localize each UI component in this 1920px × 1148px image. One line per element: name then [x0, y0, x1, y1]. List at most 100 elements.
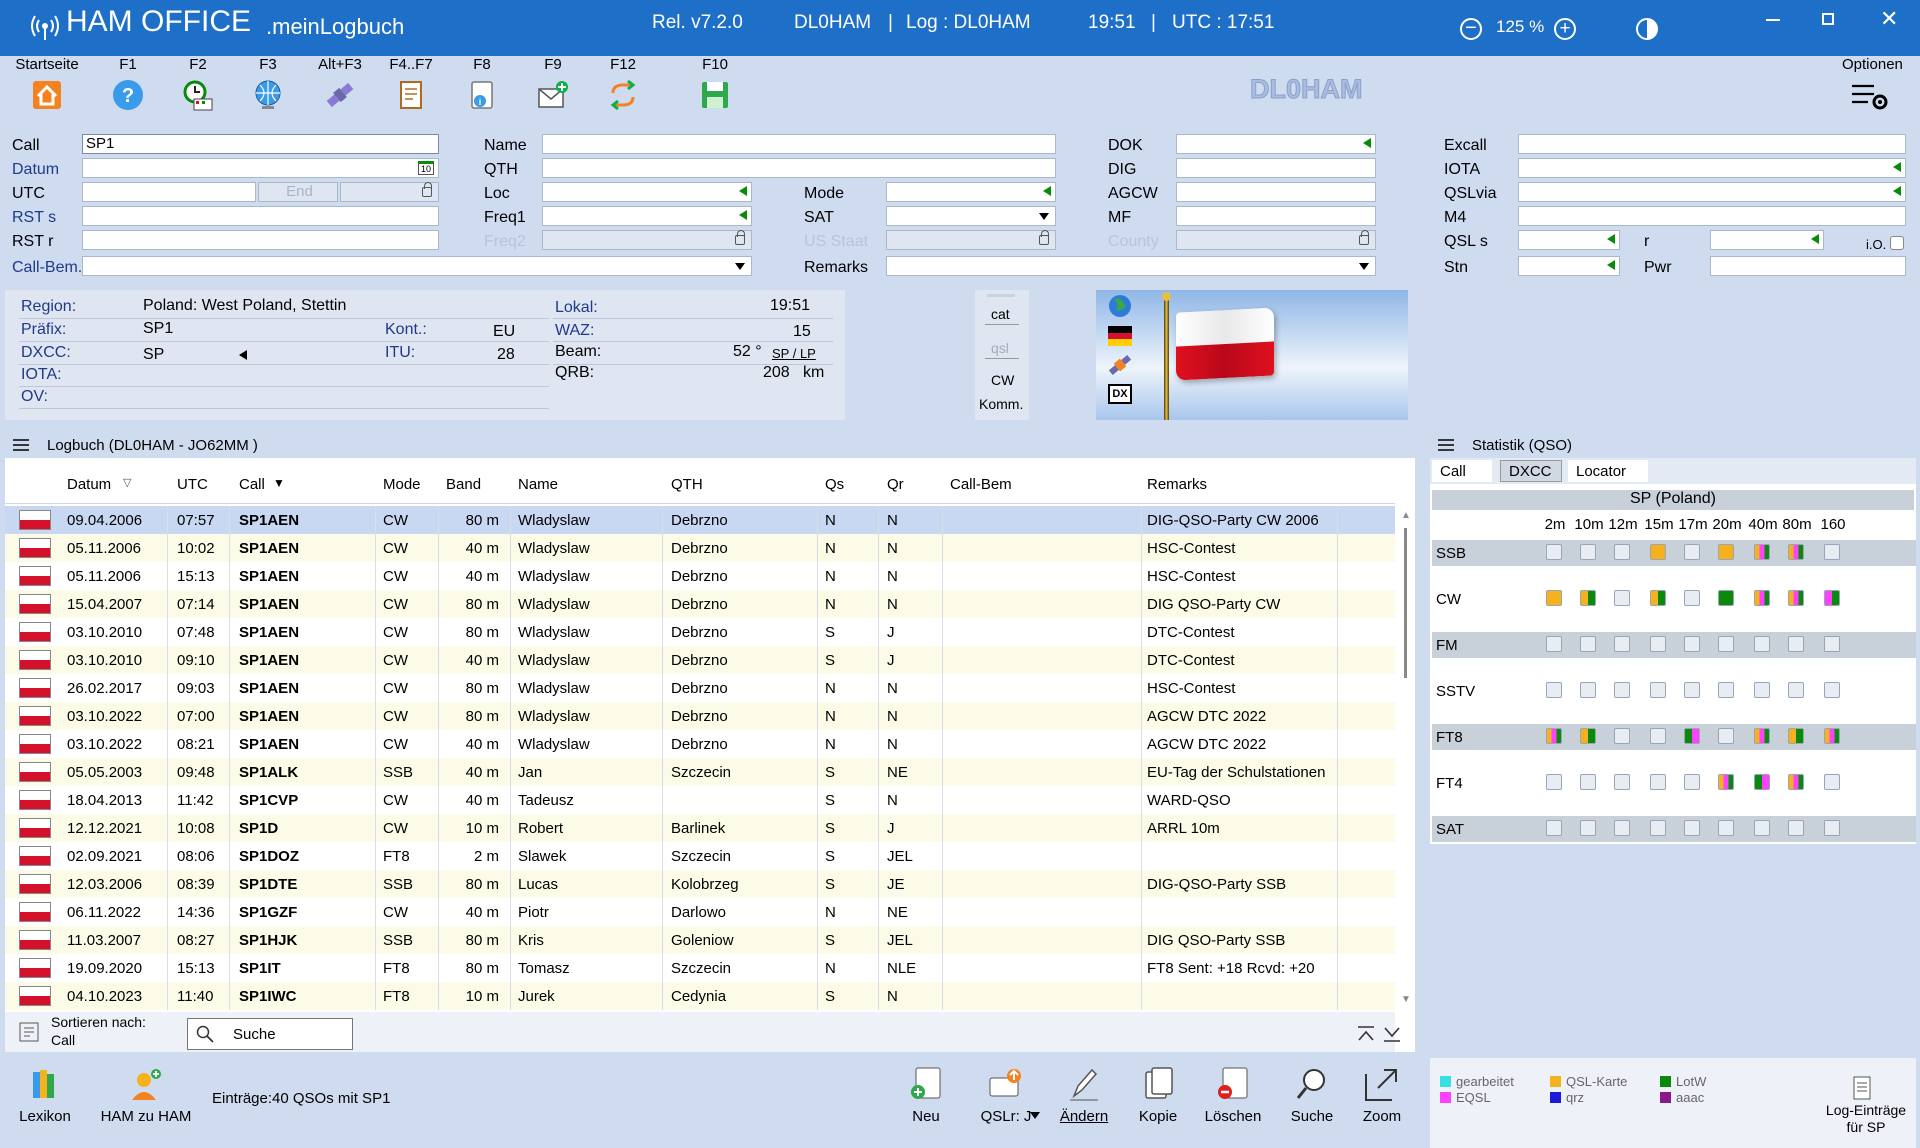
rst-sent-input[interactable]: [82, 206, 439, 226]
vertical-scrollbar[interactable]: ▲ ▼: [1397, 506, 1415, 1010]
contrast-icon[interactable]: [1636, 18, 1658, 40]
satellite-button[interactable]: Alt+F3: [305, 56, 375, 124]
stats-cell[interactable]: [1546, 774, 1562, 790]
mail-button[interactable]: F9: [518, 56, 588, 124]
stats-cell[interactable]: [1718, 774, 1734, 790]
stats-cell[interactable]: [1614, 774, 1630, 790]
stats-cell[interactable]: [1824, 636, 1840, 652]
table-row[interactable]: 06.11.2022 14:36 SP1GZF CW 40 m Piotr Darlowo N…: [5, 898, 1395, 926]
col-utc[interactable]: UTC: [177, 476, 208, 493]
stats-cell[interactable]: [1614, 544, 1630, 560]
stats-cell[interactable]: [1614, 590, 1630, 606]
stats-cell[interactable]: [1684, 636, 1700, 652]
ham-to-ham-button[interactable]: HAM zu HAM: [96, 1066, 196, 1125]
log-entries-button[interactable]: Log-Einträge für SP: [1818, 1102, 1914, 1136]
stats-cell[interactable]: [1650, 544, 1666, 560]
dx-cluster-icon[interactable]: DX: [1108, 384, 1132, 404]
col-remarks[interactable]: Remarks: [1147, 476, 1207, 493]
locator-input[interactable]: [542, 182, 752, 202]
stats-cell[interactable]: [1580, 728, 1596, 744]
search-field[interactable]: Suche: [187, 1018, 353, 1050]
restore-icon[interactable]: [1822, 13, 1834, 25]
scroll-thumb[interactable]: [1404, 528, 1407, 678]
col-datum[interactable]: Datum: [67, 476, 111, 493]
col-qth[interactable]: QTH: [671, 476, 703, 493]
stats-cell[interactable]: [1650, 774, 1666, 790]
cat-button[interactable]: cat: [991, 306, 1010, 322]
stats-cell[interactable]: [1684, 728, 1700, 744]
dok-input[interactable]: [1176, 134, 1376, 154]
stats-cell[interactable]: [1754, 636, 1770, 652]
stats-cell[interactable]: [1754, 774, 1770, 790]
name-input[interactable]: [542, 134, 1056, 154]
stats-cell[interactable]: [1788, 682, 1804, 698]
collapse-up-icon[interactable]: [1357, 1026, 1375, 1042]
log-time-button[interactable]: F2: [163, 56, 233, 124]
stats-cell[interactable]: [1684, 544, 1700, 560]
qsl-sent-input[interactable]: [1518, 230, 1620, 250]
list-sort-icon[interactable]: [19, 1022, 39, 1042]
stats-cell[interactable]: [1580, 636, 1596, 652]
table-row[interactable]: 19.09.2020 15:13 SP1IT FT8 80 m Tomasz Szczeci…: [5, 954, 1395, 982]
stats-cell[interactable]: [1546, 544, 1562, 560]
stats-cell[interactable]: [1614, 682, 1630, 698]
stats-cell[interactable]: [1824, 728, 1840, 744]
calendar-icon[interactable]: 10: [418, 161, 434, 175]
close-icon[interactable]: ✕: [1880, 6, 1898, 32]
stats-cell[interactable]: [1546, 728, 1562, 744]
stats-cell[interactable]: [1788, 590, 1804, 606]
table-row[interactable]: 12.03.2006 08:39 SP1DTE SSB 80 m Lucas Kolobrz…: [5, 870, 1395, 898]
stats-cell[interactable]: [1754, 544, 1770, 560]
expand-down-icon[interactable]: [1383, 1026, 1401, 1042]
home-button[interactable]: Startseite: [12, 56, 82, 124]
germany-flag-icon[interactable]: [1108, 326, 1132, 346]
stats-cell[interactable]: [1824, 774, 1840, 790]
mf-input[interactable]: [1176, 206, 1376, 226]
stats-cell[interactable]: [1718, 682, 1734, 698]
stats-cell[interactable]: [1718, 544, 1734, 560]
satellite-icon[interactable]: [1108, 354, 1132, 376]
pwr-input[interactable]: [1710, 256, 1906, 276]
stats-cell[interactable]: [1580, 590, 1596, 606]
stats-cell[interactable]: [1718, 590, 1734, 606]
stats-cell[interactable]: [1788, 728, 1804, 744]
table-row[interactable]: 02.09.2021 08:06 SP1DOZ FT8 2 m Slawek Szczeci…: [5, 842, 1395, 870]
stats-cell[interactable]: [1650, 728, 1666, 744]
save-button[interactable]: F10: [680, 56, 750, 124]
col-call-bem[interactable]: Call-Bem: [950, 476, 1012, 493]
stats-cell[interactable]: [1824, 682, 1840, 698]
stats-cell[interactable]: [1824, 544, 1840, 560]
stats-cell[interactable]: [1754, 820, 1770, 836]
lexikon-button[interactable]: Lexikon: [14, 1066, 76, 1125]
stats-cell[interactable]: [1650, 682, 1666, 698]
stats-cell[interactable]: [1684, 820, 1700, 836]
beam-sp-lp-link[interactable]: SP / LP: [772, 346, 816, 361]
table-row[interactable]: 18.04.2013 11:42 SP1CVP CW 40 m Tadeusz S N WARD…: [5, 786, 1395, 814]
table-row[interactable]: 03.10.2010 07:48 SP1AEN CW 80 m Wladyslaw Debr…: [5, 618, 1395, 646]
sync-button[interactable]: F12: [588, 56, 658, 124]
dig-input[interactable]: [1176, 158, 1376, 178]
sat-select[interactable]: [886, 206, 1056, 226]
stats-cell[interactable]: [1650, 636, 1666, 652]
stats-cell[interactable]: [1718, 636, 1734, 652]
stats-cell[interactable]: [1718, 820, 1734, 836]
call-bem-select[interactable]: [82, 256, 752, 276]
stn-input[interactable]: [1518, 256, 1620, 276]
stats-cell[interactable]: [1614, 728, 1630, 744]
zoom-out-icon[interactable]: −: [1460, 18, 1482, 40]
stats-cell[interactable]: [1580, 774, 1596, 790]
stats-cell[interactable]: [1754, 590, 1770, 606]
table-row[interactable]: 15.04.2007 07:14 SP1AEN CW 80 m Wladyslaw Debr…: [5, 590, 1395, 618]
col-mode[interactable]: Mode: [383, 476, 421, 493]
table-row[interactable]: 03.10.2010 09:10 SP1AEN CW 40 m Wladyslaw Debr…: [5, 646, 1395, 674]
minimize-icon[interactable]: [1766, 19, 1780, 21]
m4-input[interactable]: [1518, 206, 1906, 226]
table-row[interactable]: 05.11.2006 10:02 SP1AEN CW 40 m Wladyslaw Debr…: [5, 534, 1395, 562]
stats-cell[interactable]: [1824, 590, 1840, 606]
tab-dxcc[interactable]: DXCC: [1500, 460, 1562, 482]
qth-input[interactable]: [542, 158, 1056, 178]
agcw-input[interactable]: [1176, 182, 1376, 202]
stats-cell[interactable]: [1650, 820, 1666, 836]
utc-start-input[interactable]: [82, 182, 256, 202]
table-row[interactable]: 03.10.2022 07:00 SP1AEN CW 80 m Wladyslaw Debr…: [5, 702, 1395, 730]
